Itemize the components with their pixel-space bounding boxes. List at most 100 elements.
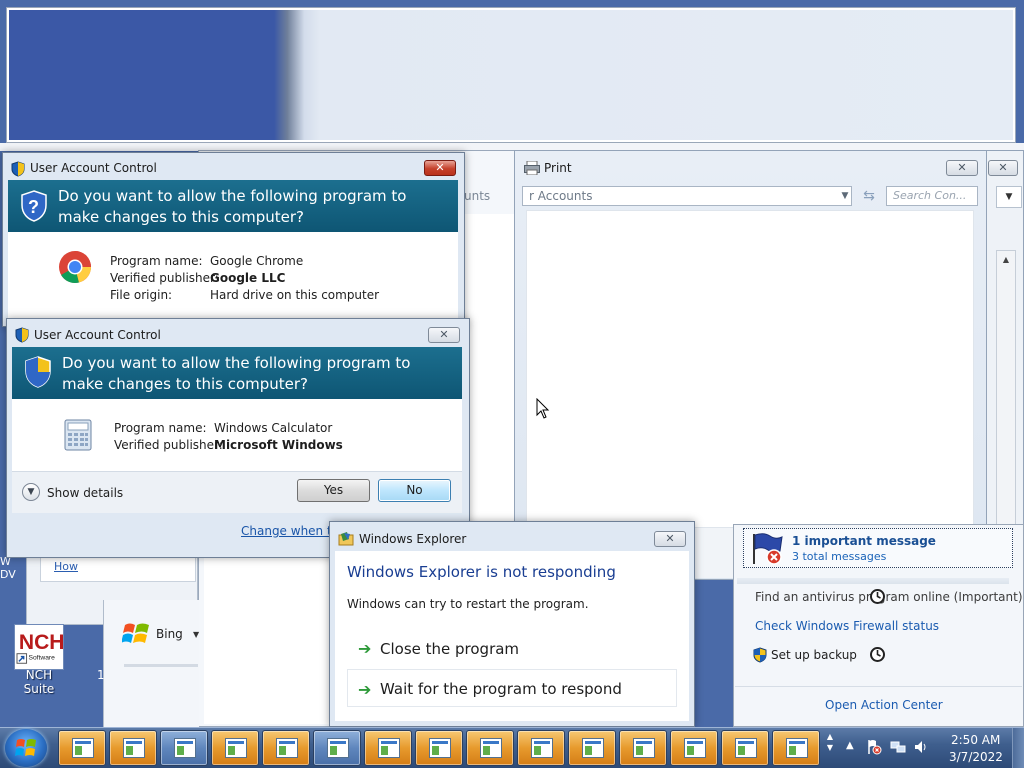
clock-time[interactable]: 2:50 AM (951, 733, 1000, 747)
window-app-icon (786, 738, 808, 758)
taskbar-button[interactable] (313, 730, 361, 766)
busy-cursor-icon (870, 647, 885, 662)
volume-icon[interactable] (913, 739, 929, 755)
verified-publisher-value: Google LLC (210, 271, 286, 285)
taskbar-button[interactable] (364, 730, 412, 766)
file-origin-value: Hard drive on this computer (210, 288, 380, 302)
taskbar-button[interactable] (466, 730, 514, 766)
desktop-side-label: 1 (97, 668, 105, 682)
window-app-icon (429, 738, 451, 758)
firewall-status-link[interactable]: Check Windows Firewall status (755, 619, 939, 633)
uac-close-button[interactable]: ✕ (424, 160, 456, 176)
windows-flag-icon (122, 623, 149, 643)
taskbar-button[interactable] (58, 730, 106, 766)
taskbar-button[interactable] (568, 730, 616, 766)
arrow-right-icon: ➔ (358, 639, 372, 658)
refresh-icon[interactable]: ⇆ (856, 186, 882, 206)
window-app-icon (480, 738, 502, 758)
dialog-heading: Windows Explorer is not responding (347, 563, 616, 581)
chevron-down-icon[interactable]: ▼ (193, 630, 199, 639)
taskbar-button[interactable] (160, 730, 208, 766)
wait-program-option[interactable]: ➔ Wait for the program to respond (347, 669, 677, 707)
background-window-banner (6, 7, 1016, 143)
search-input[interactable]: Search Con... (886, 186, 978, 206)
uac-title: User Account Control (30, 161, 157, 175)
important-message-count[interactable]: 1 important message (792, 534, 936, 548)
verified-publisher-value: Microsoft Windows (214, 438, 343, 452)
browser-divider (124, 664, 198, 667)
mouse-cursor-icon (536, 398, 550, 419)
uac-shield-icon (11, 161, 25, 177)
uac-question: Do you want to allow the following progr… (62, 354, 411, 393)
window-app-icon (378, 738, 400, 758)
verified-publisher-label: Verified publisher: (114, 438, 223, 452)
chevron-down-icon[interactable]: ▼ (22, 483, 40, 501)
chevron-down-icon[interactable]: ▼ (996, 186, 1022, 208)
setup-backup-link[interactable]: Set up backup (771, 648, 857, 662)
taskbar-button[interactable] (517, 730, 565, 766)
option-label: Wait for the program to respond (380, 680, 622, 698)
taskbar-button[interactable] (415, 730, 463, 766)
show-hidden-icons-icon[interactable]: ▲ (846, 740, 854, 751)
uac-shield-icon (15, 327, 29, 343)
taskbar-button[interactable] (211, 730, 259, 766)
taskbar-button[interactable] (721, 730, 769, 766)
chevron-down-icon[interactable]: ▼ (838, 186, 852, 206)
right-window-close-button[interactable]: ✕ (988, 160, 1018, 176)
scrollbar[interactable] (996, 250, 1016, 530)
dialog-description: Windows can try to restart the program. (347, 597, 589, 611)
action-center-tray-icon[interactable] (866, 739, 882, 755)
svg-text:NCH: NCH (19, 631, 64, 654)
uac-title: User Account Control (34, 328, 161, 342)
howto-link[interactable]: How (40, 556, 196, 582)
calculator-icon (64, 419, 92, 451)
uac-shield-icon (753, 647, 767, 663)
taskbar-button[interactable] (670, 730, 718, 766)
printer-icon (524, 161, 540, 175)
svg-text:?: ? (28, 197, 39, 217)
action-center-footer-divider (735, 686, 1022, 687)
print-address-bar[interactable]: r Accounts (522, 186, 852, 206)
window-app-icon (684, 738, 706, 758)
busy-cursor-icon (870, 589, 885, 604)
dialog-title: Windows Explorer (359, 532, 467, 546)
windows-logo-icon (15, 739, 36, 756)
taskbar-button[interactable] (262, 730, 310, 766)
uac-shield-icon (25, 356, 51, 388)
show-desktop-button[interactable] (1012, 728, 1024, 768)
chrome-icon (59, 251, 91, 284)
taskbar-scroll-icon[interactable]: ▲ ▼ (823, 731, 837, 765)
total-message-count[interactable]: 3 total messages (792, 550, 886, 563)
clock-date[interactable]: 3/7/2022 (949, 750, 1003, 764)
uac-question: Do you want to allow the following progr… (58, 187, 407, 226)
nch-suite-label[interactable]: NCH Suite (10, 668, 68, 696)
taskbar-button[interactable] (619, 730, 667, 766)
antivirus-message[interactable]: Find an antivirus program online (Import… (755, 590, 1023, 604)
no-button[interactable]: No (378, 479, 451, 502)
nch-suite-icon[interactable]: NCH Software (14, 624, 64, 670)
start-button[interactable] (5, 729, 47, 767)
windows-explorer-icon (338, 532, 354, 546)
network-icon[interactable] (890, 739, 906, 755)
program-name-label: Program name: (110, 254, 203, 268)
print-content (526, 210, 974, 528)
show-details-toggle[interactable]: Show details (47, 486, 123, 500)
uac-close-button[interactable]: ✕ (428, 327, 460, 343)
bing-label[interactable]: Bing (156, 627, 183, 641)
program-name-label: Program name: (114, 421, 207, 435)
print-close-button[interactable]: ✕ (946, 160, 978, 176)
calculator-icon (225, 738, 247, 758)
yes-button[interactable]: Yes (297, 479, 370, 502)
calculator-icon (276, 738, 298, 758)
open-action-center-link[interactable]: Open Action Center (825, 698, 943, 712)
change-notification-link[interactable]: Change when th (241, 524, 339, 538)
taskbar-button[interactable] (772, 730, 820, 766)
firewall-icon (327, 738, 349, 758)
window-app-icon (633, 738, 655, 758)
program-name-value: Google Chrome (210, 254, 304, 268)
close-program-option[interactable]: ➔ Close the program (347, 629, 677, 667)
scroll-up-icon[interactable]: ▲ (998, 252, 1014, 268)
window-app-icon (72, 738, 94, 758)
taskbar-button[interactable] (109, 730, 157, 766)
dialog-close-button[interactable]: ✕ (654, 531, 686, 547)
